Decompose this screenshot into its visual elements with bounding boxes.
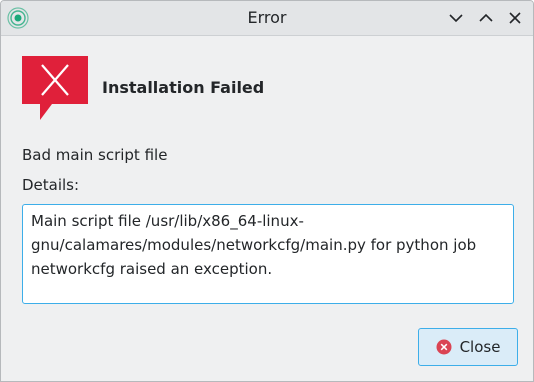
dialog-heading: Installation Failed — [102, 78, 265, 97]
close-button-label: Close — [459, 338, 501, 356]
close-button[interactable]: Close — [418, 328, 518, 366]
error-dialog-window: Error Installation Failed Bad main scrip… — [0, 0, 534, 382]
details-textarea[interactable]: Main script file /usr/lib/x86_64-linux-g… — [22, 204, 514, 304]
error-icon — [22, 56, 88, 120]
chevron-down-icon[interactable] — [446, 8, 466, 28]
titlebar[interactable]: Error — [1, 1, 533, 36]
close-icon[interactable] — [505, 8, 525, 28]
details-label: Details: — [22, 176, 80, 194]
close-circle-icon — [436, 339, 452, 355]
chevron-up-icon[interactable] — [476, 8, 496, 28]
dialog-content: Installation Failed Bad main script file… — [1, 36, 533, 381]
error-message: Bad main script file — [22, 146, 168, 164]
